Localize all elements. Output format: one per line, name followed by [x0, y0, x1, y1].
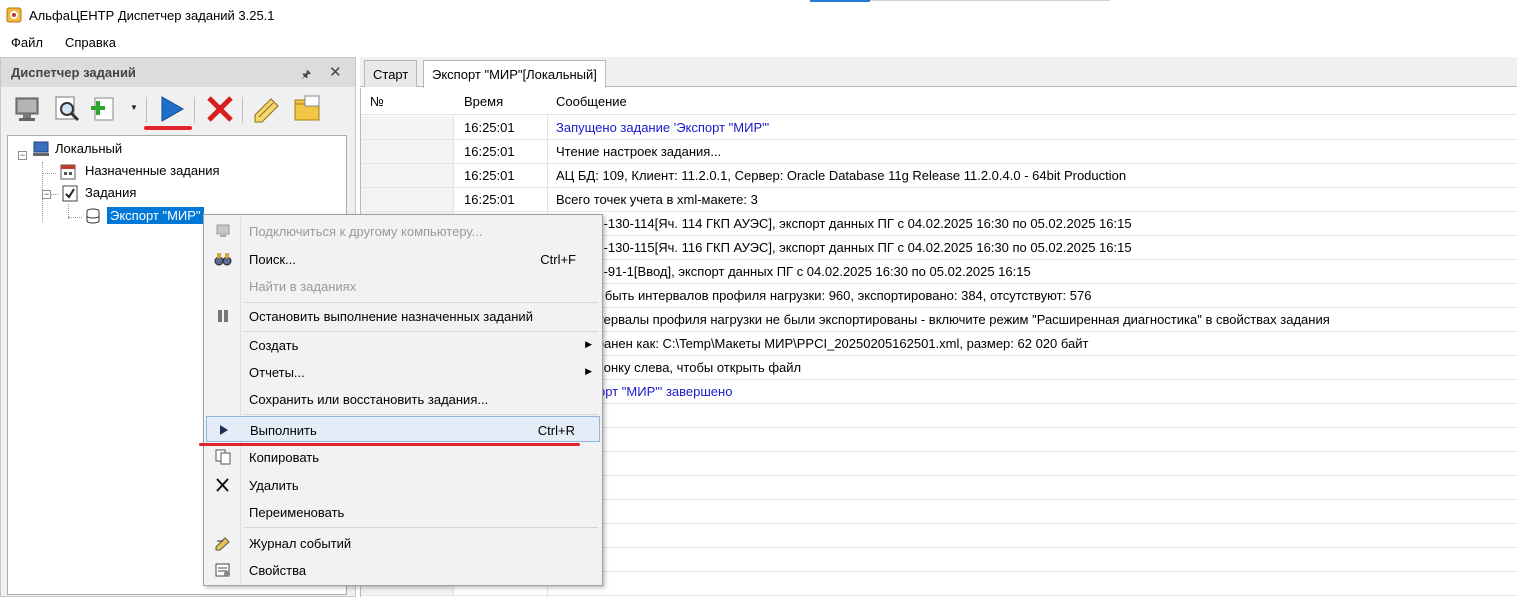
stop-icon [218, 310, 228, 322]
menu-item-find-in-tasks[interactable]: Найти в заданиях [206, 273, 600, 299]
panel-header: Диспетчер заданий 🖈 ✕ [1, 58, 355, 87]
tab-start[interactable]: Старт [364, 60, 418, 87]
toolbar-separator [146, 97, 147, 123]
menu-item-stop-scheduled[interactable]: Остановить выполнение назначенных задани… [206, 303, 600, 329]
app-icon [6, 7, 22, 23]
expand-toggle[interactable]: − [18, 151, 27, 160]
table-row[interactable]: 16:25:01 АЦ БД: 109, Клиент: 11.2.0.1, Се… [361, 164, 1517, 188]
database-icon [86, 208, 100, 224]
row-message: учета: 3-130-115[Яч. 116 ГКП АУЭС], эксп… [556, 240, 1132, 255]
column-header-time[interactable]: Время [464, 94, 503, 109]
play-icon [220, 425, 228, 435]
menu-item-reports[interactable]: Отчеты... ▶ [206, 359, 600, 385]
panel-title: Диспетчер заданий [11, 65, 136, 80]
chevron-down-icon[interactable]: ▼ [130, 103, 138, 112]
row-time: 16:25:01 [464, 120, 515, 135]
tab-strip: Старт Экспорт "МИР"[Локальный] [360, 57, 1517, 88]
menu-bar: Файл Справка [0, 31, 1517, 55]
tree-line [50, 194, 58, 195]
delete-icon[interactable] [204, 93, 236, 125]
toolbar-separator [242, 97, 243, 123]
background-divider [870, 0, 1110, 1]
menu-item-delete[interactable]: Удалить [206, 472, 600, 498]
delete-icon [216, 478, 229, 492]
menu-item-search[interactable]: Поиск... Ctrl+F [206, 246, 600, 272]
context-menu: Подключиться к другому компьютеру... Пои… [203, 214, 603, 586]
menu-separator [244, 414, 598, 415]
annotation-underline [144, 126, 192, 130]
table-row[interactable]: 16:25:01 Запущено задание 'Экспорт "МИР"' [361, 116, 1517, 140]
row-message: Чтение настроек задания... [556, 144, 722, 159]
tab-export-mir[interactable]: Экспорт "МИР"[Локальный] [423, 60, 606, 88]
pin-icon[interactable]: 🖈 [301, 66, 311, 85]
menu-item-create[interactable]: Создать ▶ [206, 332, 600, 358]
column-header-message[interactable]: Сообщение [556, 94, 627, 109]
calendar-icon [60, 164, 76, 180]
row-time: 16:25:01 [464, 192, 515, 207]
submenu-arrow-icon: ▶ [585, 339, 592, 349]
computer-icon [33, 141, 49, 156]
row-message: должно быть интервалов профиля нагрузки:… [556, 288, 1092, 303]
toolbar-separator [194, 97, 195, 123]
computer-icon[interactable] [11, 93, 43, 125]
row-time: 16:25:01 [464, 144, 515, 159]
row-number-cell [361, 188, 453, 211]
menu-item-save-restore[interactable]: Сохранить или восстановить задания... [206, 386, 600, 412]
background-accent-line [810, 0, 870, 2]
journal-icon [215, 537, 230, 551]
table-row[interactable]: 16:25:01 Чтение настроек задания... [361, 140, 1517, 164]
row-number-cell [361, 140, 453, 163]
log-header: № Время Сообщение [361, 88, 1517, 115]
connect-icon [216, 224, 230, 237]
row-message: учета: 3-130-114[Яч. 114 ГКП АУЭС], эксп… [556, 216, 1132, 231]
row-number-cell [361, 116, 453, 139]
menu-item-event-log[interactable]: Журнал событий [206, 530, 600, 556]
binoculars-icon [214, 253, 232, 266]
expand-toggle[interactable]: − [42, 190, 51, 199]
submenu-arrow-icon: ▶ [585, 366, 592, 376]
search-icon[interactable] [51, 93, 83, 125]
tree-line [68, 217, 82, 218]
table-row[interactable]: 16:25:01 Всего точек учета в xml-макете: … [361, 188, 1517, 212]
menu-item-rename[interactable]: Переименовать [206, 499, 600, 525]
copy-icon [215, 449, 231, 465]
row-message: АЦ БД: 109, Клиент: 11.2.0.1, Сервер: Or… [556, 168, 1127, 183]
column-header-number[interactable]: № [370, 94, 384, 109]
menu-item-run[interactable]: Выполнить Ctrl+R [206, 416, 600, 442]
properties-icon [215, 563, 230, 577]
row-message: Всего точек учета в xml-макете: 3 [556, 192, 758, 207]
window-title: АльфаЦЕНТР Диспетчер заданий 3.25.1 [29, 8, 275, 23]
menu-file[interactable]: Файл [11, 35, 43, 50]
close-icon[interactable]: ✕ [329, 63, 342, 81]
row-number-cell [361, 164, 453, 187]
row-message: Запущено задание 'Экспорт "МИР"' [556, 120, 770, 135]
menu-item-properties[interactable]: Свойства [206, 557, 600, 583]
add-icon[interactable] [87, 93, 119, 125]
title-bar: АльфаЦЕНТР Диспетчер заданий 3.25.1 [0, 0, 1517, 31]
checklist-icon [62, 185, 78, 202]
tree-line [42, 173, 56, 174]
menu-item-copy[interactable]: Копировать [206, 444, 600, 470]
run-icon[interactable] [155, 93, 187, 125]
menu-item-connect[interactable]: Подключиться к другому компьютеру... [206, 218, 600, 244]
row-message: ыл сохранен как: C:\Temp\Макеты МИР\PPCI… [556, 336, 1089, 351]
rename-icon[interactable] [251, 93, 283, 125]
folder-icon[interactable] [291, 93, 323, 125]
row-message: рые интервалы профиля нагрузки не были э… [556, 312, 1330, 327]
row-message: учета: 5-91-1[Ввод], экспорт данных ПГ с… [556, 264, 1031, 279]
menu-separator [244, 527, 598, 528]
menu-help[interactable]: Справка [65, 35, 116, 50]
row-time: 16:25:01 [464, 168, 515, 183]
annotation-underline [199, 443, 580, 446]
